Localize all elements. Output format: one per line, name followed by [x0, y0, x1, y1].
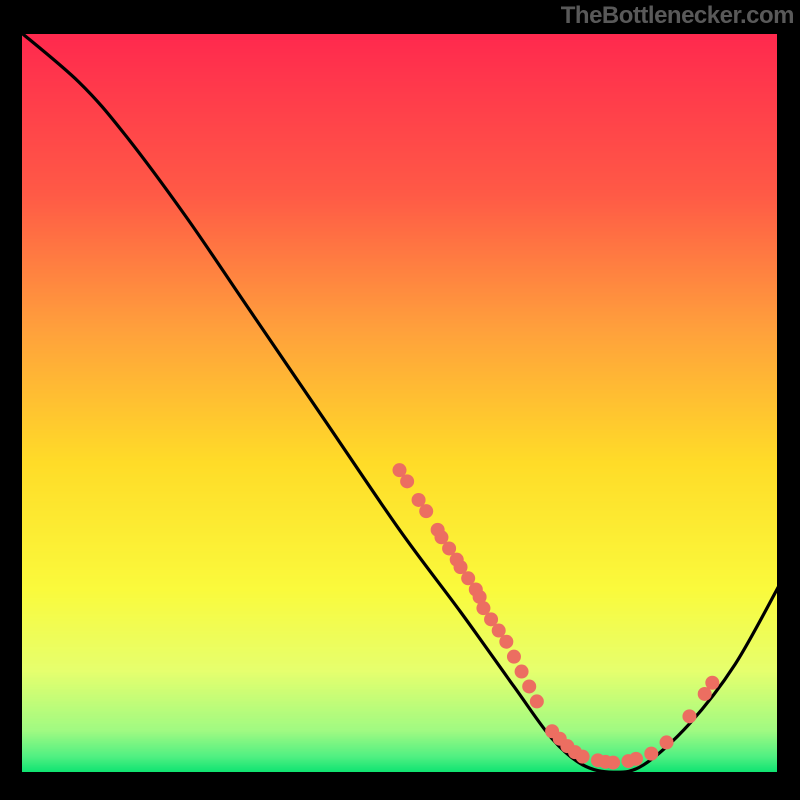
data-point: [499, 635, 513, 649]
data-point: [400, 474, 414, 488]
data-point: [576, 750, 590, 764]
data-point: [660, 735, 674, 749]
data-point: [705, 676, 719, 690]
chart-container: TheBottlenecker.com: [0, 0, 800, 800]
chart-svg: [0, 0, 800, 800]
data-point: [682, 709, 696, 723]
data-point: [629, 752, 643, 766]
data-point: [606, 756, 620, 770]
data-point: [522, 679, 536, 693]
watermark-label: TheBottlenecker.com: [561, 2, 794, 30]
data-point: [419, 504, 433, 518]
data-point: [515, 665, 529, 679]
bottleneck-curve: [18, 30, 781, 772]
data-point: [507, 650, 521, 664]
data-point: [644, 747, 658, 761]
data-point: [530, 694, 544, 708]
